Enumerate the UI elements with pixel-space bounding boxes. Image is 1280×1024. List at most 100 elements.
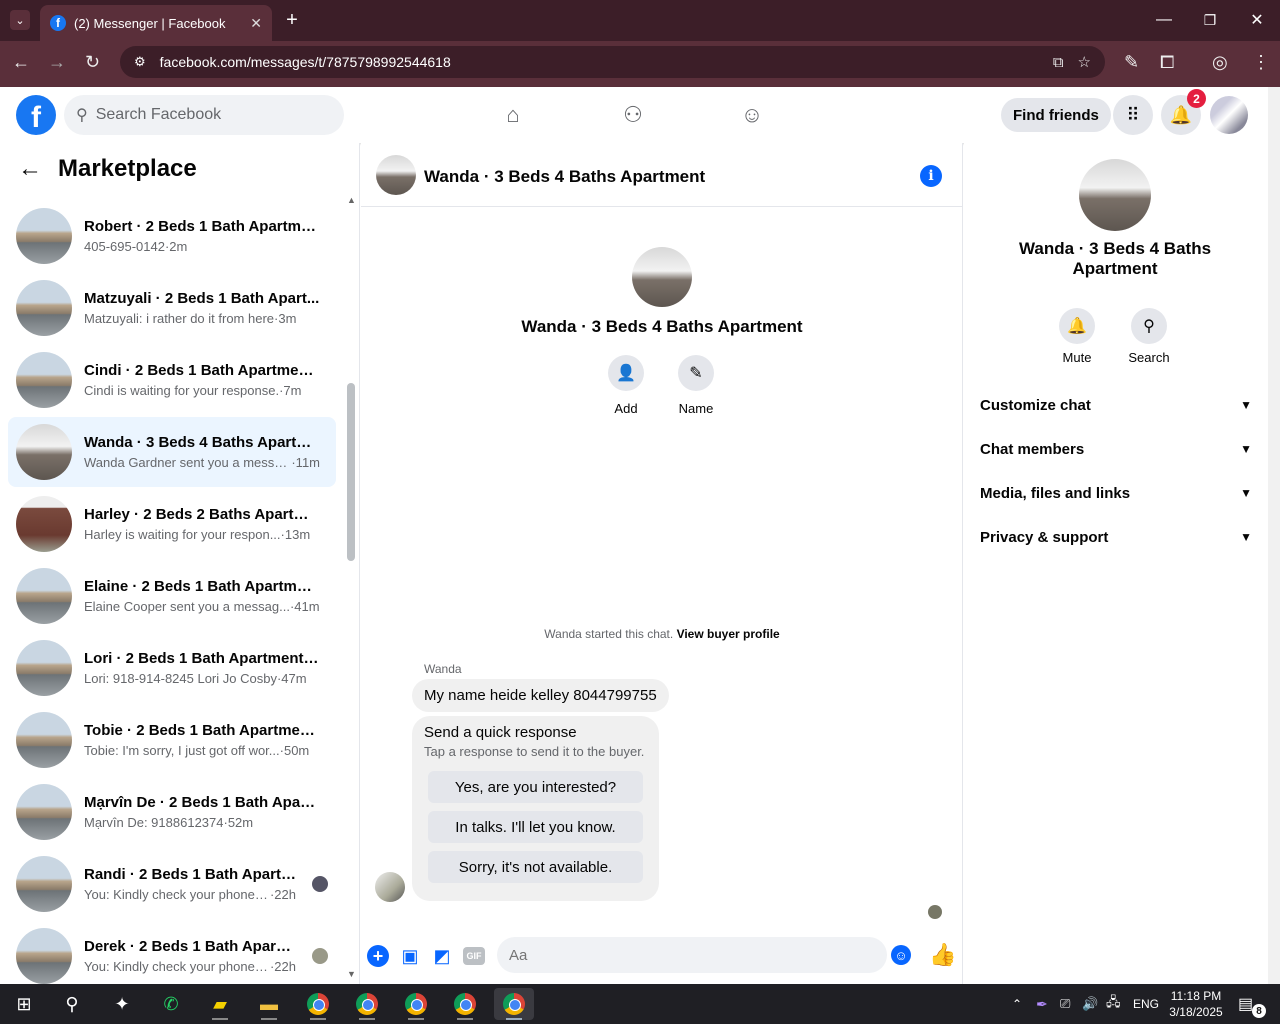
chat-started-notice: Wanda started this chat. View buyer prof… — [361, 627, 963, 641]
details-avatar — [1079, 159, 1151, 231]
groups-icon[interactable]: ☺ — [737, 101, 767, 129]
plus-icon[interactable]: + — [367, 945, 389, 967]
file-explorer-icon[interactable]: ▬ — [249, 988, 289, 1020]
conversation-item[interactable]: Randi · 2 Beds 1 Bath Apartme... You: Ki… — [8, 849, 336, 919]
conversation-item[interactable]: Robert · 2 Beds 1 Bath Apartmen... 405-6… — [8, 201, 336, 271]
quick-response-option[interactable]: Sorry, it's not available. — [428, 851, 643, 883]
conversation-scrollbar[interactable] — [347, 383, 355, 561]
facebook-logo-icon[interactable]: f — [16, 95, 56, 135]
menu-icon[interactable]: ⋮ — [1252, 52, 1270, 73]
info-icon[interactable]: i — [920, 165, 942, 187]
conversation-item[interactable]: Derek · 2 Beds 1 Bath Apartm... You: Kin… — [8, 921, 336, 984]
sender-avatar[interactable] — [375, 872, 405, 902]
chrome-icon[interactable] — [298, 988, 338, 1020]
conversation-item[interactable]: Harley · 2 Beds 2 Baths Apartme... Harle… — [8, 489, 336, 559]
whatsapp-icon[interactable]: ✆ — [151, 988, 191, 1020]
message-bubble[interactable]: My name heide kelley 8044799755 — [412, 679, 669, 712]
view-buyer-profile-link[interactable]: View buyer profile — [677, 627, 780, 641]
volume-icon[interactable]: 🔊 — [1082, 984, 1098, 1024]
quick-response-option[interactable]: In talks. I'll let you know. — [428, 811, 643, 843]
conversation-item[interactable]: Mạrvîn De · 2 Beds 1 Bath Apart... Mạrvî… — [8, 777, 336, 847]
mute-button[interactable]: 🔔 Mute — [1047, 308, 1107, 365]
chrome-icon[interactable] — [445, 988, 485, 1020]
windows-start-icon[interactable]: ⊞ — [4, 988, 44, 1020]
add-label: Add — [614, 401, 638, 416]
extensions-icon[interactable]: ⧠ — [1160, 52, 1174, 73]
back-icon[interactable]: ← — [12, 52, 30, 73]
chat-avatar[interactable] — [376, 155, 416, 195]
meet-icon[interactable]: ⎚ — [1060, 984, 1070, 1024]
forward-icon[interactable]: → — [48, 52, 66, 73]
account-avatar[interactable] — [1210, 96, 1248, 134]
url-text[interactable]: facebook.com/messages/t/7875798992544618 — [160, 54, 1053, 70]
minimize-icon[interactable]: — — [1154, 10, 1174, 30]
chat-details-pane: Wanda · 3 Beds 4 Baths Apartment 🔔 Mute … — [964, 143, 1268, 984]
chrome-logo — [454, 993, 476, 1015]
customize-chat-section[interactable]: Customize chat ▼ — [980, 393, 1252, 417]
pen-icon[interactable]: ✎ — [1124, 52, 1139, 73]
listing-thumbnail — [16, 640, 72, 696]
photo-icon[interactable]: ▣ — [399, 945, 421, 967]
quick-response-option[interactable]: Yes, are you interested? — [428, 771, 643, 803]
message-input[interactable] — [497, 937, 887, 973]
emoji-icon[interactable]: ☺ — [891, 945, 911, 965]
facebook-search[interactable]: ⚲ Search Facebook — [64, 95, 344, 135]
menu-grid-icon[interactable]: ⠿ — [1113, 95, 1153, 135]
install-app-icon[interactable]: ⧉ — [1053, 54, 1064, 71]
bookmark-star-icon[interactable]: ☆ — [1078, 53, 1091, 71]
site-info-icon[interactable]: ⚙ — [134, 54, 146, 70]
quick-response-card: Send a quick response Tap a response to … — [412, 716, 659, 901]
chat-profile-name: Wanda · 3 Beds 4 Baths Apartment — [521, 317, 803, 336]
new-tab-icon[interactable]: + — [282, 9, 302, 31]
profile-icon[interactable]: ◎ — [1212, 52, 1228, 73]
pen-tray-icon[interactable]: ✒ — [1036, 984, 1048, 1024]
sticky-notes-icon[interactable]: ▰ — [200, 988, 240, 1020]
home-icon[interactable]: ⌂ — [498, 101, 528, 129]
system-clock[interactable]: 11:18 PM 3/18/2025 — [1160, 988, 1232, 1020]
copilot-icon[interactable]: ✦ — [102, 988, 142, 1020]
notification-center-icon[interactable]: ▤ 8 — [1238, 994, 1266, 1018]
scroll-down-icon[interactable]: ▼ — [347, 969, 356, 979]
name-chat-button[interactable]: ✎ Name — [678, 355, 714, 416]
reload-icon[interactable]: ↻ — [85, 52, 100, 73]
tray-chevron-icon[interactable]: ⌃ — [1012, 984, 1022, 1024]
conversation-item[interactable]: Elaine · 2 Beds 1 Bath Apartment... Elai… — [8, 561, 336, 631]
tab-search-icon[interactable]: ⌄ — [10, 10, 30, 30]
address-bar[interactable]: ⚙ facebook.com/messages/t/78757989925446… — [120, 46, 1105, 78]
network-icon[interactable]: 🖧 — [1106, 984, 1121, 1024]
scroll-up-icon[interactable]: ▲ — [347, 195, 356, 205]
bell-icon: 🔔 — [1059, 308, 1095, 344]
language-indicator[interactable]: ENG — [1133, 984, 1159, 1024]
chrome-icon[interactable] — [396, 988, 436, 1020]
chrome-icon[interactable] — [494, 988, 534, 1020]
conversation-name: Wanda · 3 Beds 4 Baths Apartm... — [84, 434, 320, 451]
close-tab-icon[interactable]: ✕ — [250, 15, 262, 32]
chat-title[interactable]: Wanda · 3 Beds 4 Baths Apartment — [424, 167, 705, 187]
add-people-button[interactable]: 👤 Add — [608, 355, 644, 416]
find-friends-button[interactable]: Find friends — [1001, 98, 1111, 132]
conversation-item[interactable]: Matzuyali · 2 Beds 1 Bath Apart... Matzu… — [8, 273, 336, 343]
thumbs-up-icon[interactable]: 👍 — [929, 942, 956, 968]
privacy-support-section[interactable]: Privacy & support ▼ — [980, 525, 1252, 549]
gif-icon[interactable]: GIF — [463, 947, 485, 965]
close-window-icon[interactable]: ✕ — [1247, 10, 1267, 30]
chrome-icon[interactable] — [347, 988, 387, 1020]
conversation-item-active[interactable]: Wanda · 3 Beds 4 Baths Apartm... Wanda G… — [8, 417, 336, 487]
conversation-item[interactable]: Lori · 2 Beds 1 Bath Apartment/c... Lori… — [8, 633, 336, 703]
tab-title: (2) Messenger | Facebook — [74, 15, 226, 31]
browser-tab[interactable]: f (2) Messenger | Facebook ✕ — [40, 5, 272, 41]
page-scrollbar[interactable] — [1268, 87, 1280, 984]
search-conversation-button[interactable]: ⚲ Search — [1119, 308, 1179, 365]
back-arrow-icon[interactable]: ← — [18, 155, 42, 183]
chat-members-section[interactable]: Chat members ▼ — [980, 437, 1252, 461]
friends-icon[interactable]: ⚇ — [618, 101, 648, 129]
started-text: Wanda started this chat. — [544, 627, 674, 641]
conversation-item[interactable]: Cindi · 2 Beds 1 Bath Apartment... Cindi… — [8, 345, 336, 415]
chat-profile-avatar — [632, 247, 692, 307]
read-receipt-avatar — [312, 948, 328, 964]
sticker-icon[interactable]: ◩ — [431, 945, 453, 967]
media-files-links-section[interactable]: Media, files and links ▼ — [980, 481, 1252, 505]
taskbar-search-icon[interactable]: ⚲ — [52, 988, 92, 1020]
conversation-item[interactable]: Tobie · 2 Beds 1 Bath Apartment... Tobie… — [8, 705, 336, 775]
restore-icon[interactable]: ❐ — [1200, 10, 1220, 30]
